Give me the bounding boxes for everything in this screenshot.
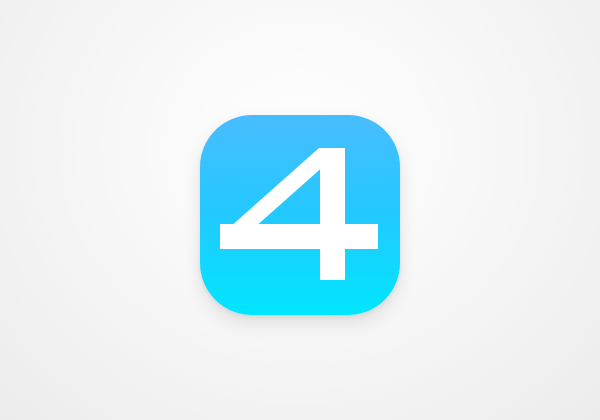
app-icon[interactable]: [200, 115, 400, 315]
four-icon: [220, 148, 378, 280]
stage: [0, 0, 600, 420]
